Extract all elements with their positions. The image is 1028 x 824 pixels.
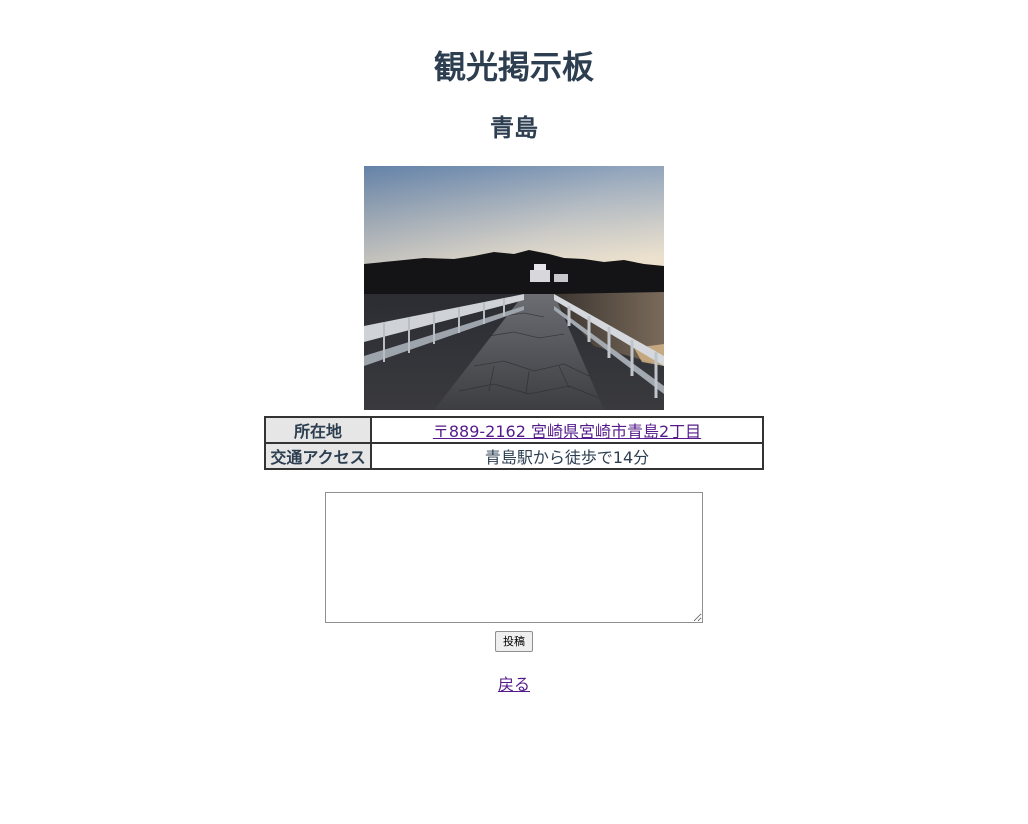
spot-info-table: 所在地 〒889-2162 宮崎県宮崎市青島2丁目 交通アクセス 青島駅から徒歩… [264,416,764,470]
address-label: 所在地 [264,416,372,444]
access-label: 交通アクセス [264,442,372,470]
spot-title: 青島 [490,114,538,142]
address-cell: 〒889-2162 宮崎県宮崎市青島2丁目 [370,416,764,444]
spot-photo [364,166,664,410]
address-link[interactable]: 〒889-2162 宮崎県宮崎市青島2丁目 [433,422,701,441]
post-button[interactable]: 投稿 [495,631,533,652]
access-value: 青島駅から徒歩で14分 [370,442,764,470]
comment-textarea[interactable] [325,492,703,623]
table-row: 所在地 〒889-2162 宮崎県宮崎市青島2丁目 [264,416,764,444]
back-link[interactable]: 戻る [498,671,530,695]
site-title: 観光掲示板 [433,48,594,86]
page-container: 観光掲示板 青島 所在地 〒889-2162 宮崎県宮崎市青島2丁目 交通アクセ… [0,0,1028,695]
table-row: 交通アクセス 青島駅から徒歩で14分 [264,442,764,470]
